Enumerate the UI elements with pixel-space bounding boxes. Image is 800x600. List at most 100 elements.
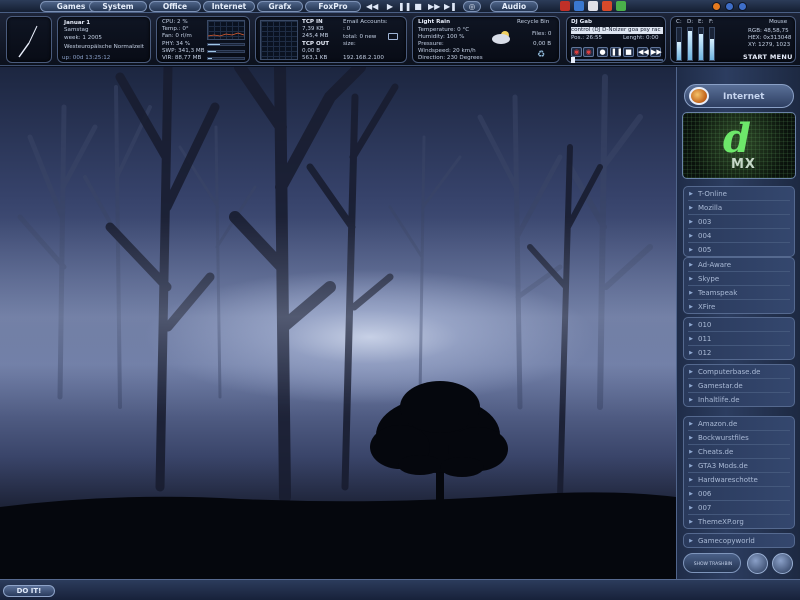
analog-clock-widget: [6, 16, 52, 63]
menu-audio[interactable]: Audio: [490, 1, 538, 12]
link-group-4: ▶ Computerbase.de ▶ Gamestar.de ▶ Inhaltlife.…: [683, 364, 795, 407]
show-trashbin-button[interactable]: SHOW TRASHBIN: [683, 553, 741, 573]
pause-button[interactable]: ❚❚: [610, 47, 623, 57]
email-size: size:: [343, 41, 356, 47]
arrow-right-icon: ▶: [689, 232, 693, 239]
sidebar-link[interactable]: ▶ 012: [684, 346, 794, 359]
drive-d-level: [687, 27, 693, 61]
do-it-button[interactable]: DO IT!: [3, 585, 55, 597]
recycle-bin-icon[interactable]: ♻: [537, 50, 545, 60]
prev-button[interactable]: ◀◀: [637, 47, 649, 57]
media-end-icon[interactable]: ▶❚: [444, 1, 457, 12]
tray-app-icon[interactable]: [588, 1, 598, 11]
media-prev-icon[interactable]: ◀◀: [366, 1, 378, 12]
sidebar-link[interactable]: ▶ Skype: [684, 272, 794, 285]
sidebar-link[interactable]: ▶ 004: [684, 229, 794, 242]
sidebar-link-label: Teamspeak: [698, 288, 738, 297]
menu-internet[interactable]: Internet: [203, 1, 255, 12]
sidebar-link-label: Hardwareschotte: [698, 475, 758, 484]
settings-icon[interactable]: [772, 553, 793, 574]
sidebar-link[interactable]: ▶ Gamecopyworld: [684, 534, 794, 547]
email-envelope-icon[interactable]: [388, 33, 398, 40]
weather-windspeed: Windspeed: 20 km/h: [418, 48, 476, 54]
sidebar-link[interactable]: ▶ XFire: [684, 300, 794, 313]
record-button[interactable]: ◉: [571, 47, 582, 57]
sidebar-link[interactable]: ▶ Hardwareschotte: [684, 473, 794, 486]
misc-button[interactable]: ◎: [463, 1, 481, 12]
sidebar-link[interactable]: ▶ Cheats.de: [684, 445, 794, 458]
play-button[interactable]: ●: [597, 47, 608, 57]
menu-office[interactable]: Office: [149, 1, 201, 12]
minimize-orb-icon[interactable]: [712, 2, 721, 11]
desktop-wallpaper[interactable]: [0, 67, 676, 579]
mouse-rgb: RGB: 48,58,75: [748, 28, 789, 34]
sidebar-link[interactable]: ▶ Amazon.de: [684, 417, 794, 430]
media-next-icon[interactable]: ▶▶: [428, 1, 440, 12]
sidebar-link-label: T-Online: [698, 189, 727, 198]
next-button[interactable]: ▶▶: [650, 47, 662, 57]
sidebar-link[interactable]: ▶ T-Online: [684, 187, 794, 200]
arrow-right-icon: ▶: [689, 462, 693, 469]
sidebar-link[interactable]: ▶ 010: [684, 318, 794, 331]
player-title: DJ Gab: [571, 19, 593, 25]
tray-app-icon[interactable]: [574, 1, 584, 11]
internet-button[interactable]: Internet: [684, 84, 794, 108]
vir-bar-fill: [208, 58, 212, 59]
bottom-taskbar: DO IT!: [0, 579, 800, 600]
vir-bar: [207, 57, 245, 60]
arrow-right-icon: ▶: [689, 190, 693, 197]
right-sidebar: Internet d MX ▶ T-Online ▶ Mozilla ▶ 003 ▶ 004 ▶…: [676, 67, 800, 579]
sidebar-link[interactable]: ▶ ThemeXP.org: [684, 515, 794, 528]
media-play-icon[interactable]: ▶: [384, 1, 396, 12]
maximize-orb-icon[interactable]: [725, 2, 734, 11]
tray-app-icon[interactable]: [560, 1, 570, 11]
arrow-right-icon: ▶: [689, 476, 693, 483]
sidebar-link[interactable]: ▶ 003: [684, 215, 794, 228]
sidebar-link[interactable]: ▶ 011: [684, 332, 794, 345]
system-monitor-widget: CPU: 2 % Temp.: 0° Fan: 0 rl/m PHY: 34 %…: [156, 16, 250, 63]
stop-button[interactable]: ■: [623, 47, 634, 57]
sidebar-link[interactable]: ▶ GTA3 Mods.de: [684, 459, 794, 472]
menu-foxpro[interactable]: FoxPro: [305, 1, 361, 12]
tray-app-icon[interactable]: [602, 1, 612, 11]
tray-app-icon[interactable]: [616, 1, 626, 11]
sidebar-link-label: Mozilla: [698, 203, 723, 212]
dreamweaver-mx-launcher[interactable]: d MX: [682, 112, 796, 179]
close-orb-icon[interactable]: [738, 2, 747, 11]
foggy-forest-image: [0, 67, 676, 579]
link-group-6: ▶ Gamecopyworld: [683, 533, 795, 548]
weekday-text: Samstag: [64, 27, 89, 33]
sidebar-link[interactable]: ▶ Inhaltlife.de: [684, 393, 794, 406]
sidebar-link-label: ThemeXP.org: [698, 517, 744, 526]
sidebar-link[interactable]: ▶ 006: [684, 487, 794, 500]
sidebar-link[interactable]: ▶ Computerbase.de: [684, 365, 794, 378]
cpu-text: CPU: 2 %: [162, 19, 188, 25]
date-widget: Januar 1 Samstag week: 1 2005 Westeuropä…: [57, 16, 151, 63]
sidebar-link-label: XFire: [698, 302, 716, 311]
seek-handle[interactable]: [571, 57, 575, 63]
sidebar-link[interactable]: ▶ Mozilla: [684, 201, 794, 214]
start-menu-button[interactable]: START MENU: [743, 54, 793, 61]
player-position: Pos.: 26:55: [571, 35, 603, 41]
arrow-right-icon: ▶: [689, 504, 693, 511]
tcp-in-rate: 7,39 KB: [302, 26, 324, 32]
sidebar-link[interactable]: ▶ 007: [684, 501, 794, 514]
weather-direction: Direction: 230 Degrees: [418, 55, 483, 61]
sidebar-link[interactable]: ▶ Teamspeak: [684, 286, 794, 299]
clock-hands-icon: [18, 25, 38, 58]
sidebar-link-label: Bockwurstfiles: [698, 433, 749, 442]
cpu-graph: [207, 20, 245, 40]
swp-bar-fill: [208, 51, 216, 52]
media-stop-icon[interactable]: ■: [412, 1, 424, 12]
sidebar-link[interactable]: ▶ Ad-Aware: [684, 258, 794, 271]
tcp-out-total: 563,1 KB: [302, 55, 328, 61]
sidebar-link[interactable]: ▶ Gamestar.de: [684, 379, 794, 392]
loop-button[interactable]: ◉: [583, 47, 594, 57]
menu-system[interactable]: System: [89, 1, 147, 12]
seek-slider[interactable]: [571, 57, 663, 63]
sidebar-link[interactable]: ▶ Bockwurstfiles: [684, 431, 794, 444]
power-icon[interactable]: [747, 553, 768, 574]
media-pause-icon[interactable]: ❚❚: [398, 1, 411, 12]
menu-grafx[interactable]: Grafx: [257, 1, 303, 12]
sidebar-link[interactable]: ▶ 005: [684, 243, 794, 256]
